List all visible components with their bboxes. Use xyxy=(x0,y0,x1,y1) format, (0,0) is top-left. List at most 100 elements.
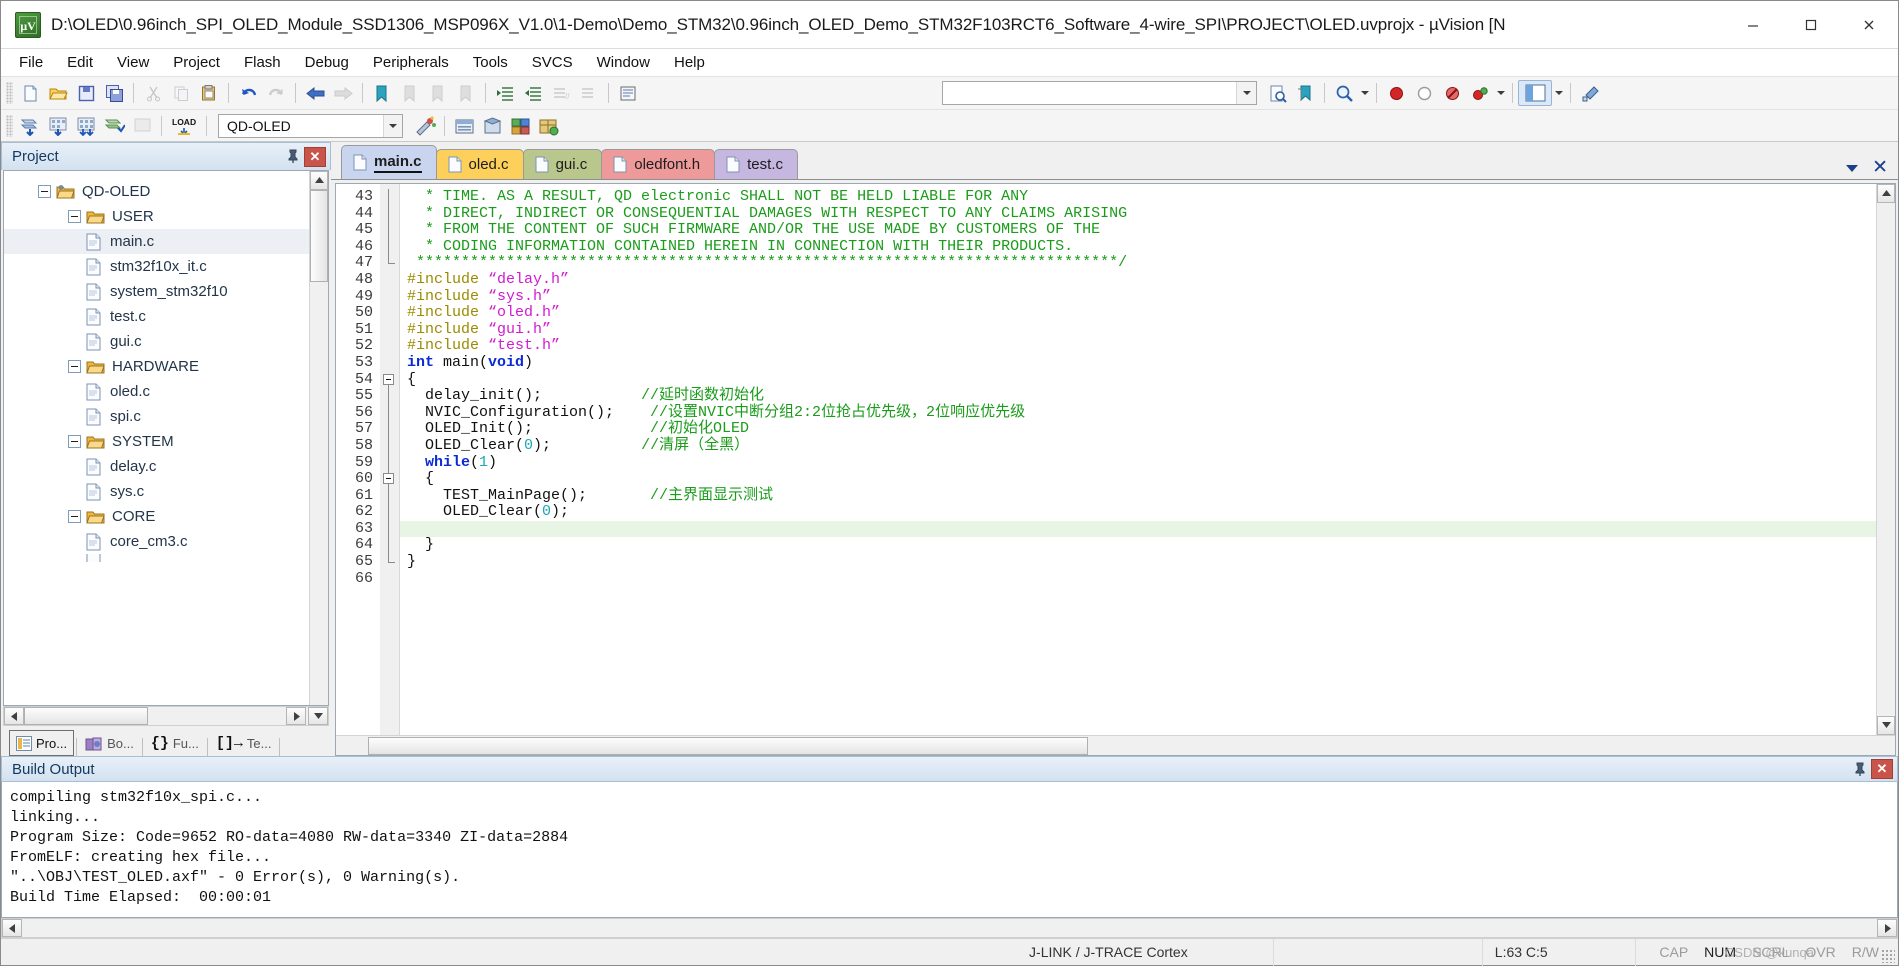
navigate-back-icon[interactable] xyxy=(301,80,329,106)
redo-icon[interactable] xyxy=(262,80,290,106)
target-selector[interactable]: QD-OLED xyxy=(218,113,403,138)
scroll-up-button[interactable] xyxy=(310,171,328,190)
editor-tab-oled-c[interactable]: oled.c xyxy=(435,149,524,179)
menu-view[interactable]: View xyxy=(105,51,161,74)
outdent-icon[interactable] xyxy=(519,80,547,106)
tree-item-file-main-c[interactable]: main.c xyxy=(4,229,309,254)
insert-breakpoint-icon[interactable] xyxy=(1382,80,1410,106)
magnifier-icon[interactable] xyxy=(1330,80,1358,106)
tab-functions[interactable]: {} Fu... xyxy=(145,730,205,756)
tab-list-dropdown-icon[interactable] xyxy=(1846,164,1859,172)
close-document-icon[interactable]: ✕ xyxy=(1872,158,1888,177)
build-output-hscrollbar[interactable] xyxy=(1,918,1898,938)
find-in-files-icon[interactable] xyxy=(1263,80,1291,106)
code-vertical-scrollbar[interactable] xyxy=(1876,184,1895,735)
editor-tab-test-c[interactable]: test.c xyxy=(714,149,798,179)
tree-item-group-hardware[interactable]: HARDWARE xyxy=(4,354,309,379)
chevron-down-icon[interactable] xyxy=(1236,82,1256,104)
tab-books[interactable]: Bo... xyxy=(79,730,140,756)
chevron-down-icon[interactable] xyxy=(383,114,402,137)
menu-edit[interactable]: Edit xyxy=(55,51,105,74)
scrollbar-track[interactable] xyxy=(310,282,328,705)
hscrollbar-thumb[interactable] xyxy=(24,707,148,725)
menu-flash[interactable]: Flash xyxy=(232,51,293,74)
menu-window[interactable]: Window xyxy=(585,51,662,74)
close-button[interactable] xyxy=(1840,1,1898,49)
window-layout-dropdown-icon[interactable] xyxy=(1552,80,1565,106)
navigate-forward-icon[interactable] xyxy=(329,80,357,106)
uncomment-icon[interactable] xyxy=(575,80,603,106)
options-for-target-icon[interactable] xyxy=(411,113,439,139)
tree-item-group-core[interactable]: CORE xyxy=(4,504,309,529)
tree-item-file-system-stm32f10x-c[interactable]: system_stm32f10 xyxy=(4,279,309,304)
menu-file[interactable]: File xyxy=(7,51,55,74)
save-icon[interactable] xyxy=(72,80,100,106)
menu-help[interactable]: Help xyxy=(662,51,717,74)
open-file-icon[interactable] xyxy=(44,80,72,106)
scroll-down-button[interactable] xyxy=(308,707,328,725)
disable-all-breakpoints-icon[interactable] xyxy=(1466,80,1494,106)
paste-icon[interactable] xyxy=(195,80,223,106)
tree-item-file-test-c[interactable]: test.c xyxy=(4,304,309,329)
translate-icon[interactable] xyxy=(16,113,44,139)
tree-item-file-spi-c[interactable]: spi.c xyxy=(4,404,309,429)
configuration-wizard-icon[interactable] xyxy=(1576,80,1604,106)
manage-runtime-environment-icon[interactable] xyxy=(506,113,534,139)
project-tree-hscrollbar[interactable] xyxy=(3,706,329,726)
build-target-icon[interactable] xyxy=(614,80,642,106)
copy-icon[interactable] xyxy=(167,80,195,106)
tree-item-group-user[interactable]: USER xyxy=(4,204,309,229)
breakpoints-dropdown-icon[interactable] xyxy=(1494,80,1507,106)
editor-tab-main-c[interactable]: main.c xyxy=(341,145,437,179)
tree-item-file-sys-c[interactable]: sys.c xyxy=(4,479,309,504)
rebuild-icon[interactable] xyxy=(72,113,100,139)
toolbar-grip[interactable] xyxy=(6,114,13,137)
build-output-text[interactable]: compiling stm32f10x_spi.c... linking... Pr… xyxy=(1,782,1898,918)
expand-toggle-icon[interactable] xyxy=(38,185,51,198)
hscrollbar-thumb[interactable] xyxy=(368,736,1088,755)
code-viewport[interactable]: 43 44 45 46 47 48 49 50 51 52 53 54 55 56 57 58 59 60 61 62… xyxy=(336,184,1876,735)
code-text[interactable]: * TIME. AS A RESULT, QD electronic SHALL… xyxy=(400,184,1876,735)
code-horizontal-scrollbar[interactable] xyxy=(336,735,1895,755)
download-icon[interactable]: LOAD xyxy=(167,113,201,139)
close-icon[interactable]: ✕ xyxy=(304,146,326,167)
tab-templates[interactable]: []→ Te... xyxy=(210,730,278,756)
comment-icon[interactable]: // xyxy=(547,80,575,106)
bookmark-toggle-icon[interactable] xyxy=(368,80,396,106)
expand-toggle-icon[interactable] xyxy=(68,210,81,223)
expand-toggle-icon[interactable] xyxy=(68,360,81,373)
tree-item-file-oled-c[interactable]: oled.c xyxy=(4,379,309,404)
menu-svcs[interactable]: SVCS xyxy=(520,51,585,74)
menu-debug[interactable]: Debug xyxy=(293,51,361,74)
pack-installer-icon[interactable] xyxy=(478,113,506,139)
pin-icon[interactable] xyxy=(282,146,304,168)
scroll-right-button[interactable] xyxy=(1877,919,1897,937)
magnifier-dropdown-icon[interactable] xyxy=(1358,80,1371,106)
cut-icon[interactable] xyxy=(139,80,167,106)
manage-project-items-icon[interactable] xyxy=(450,113,478,139)
menu-tools[interactable]: Tools xyxy=(461,51,520,74)
bookmarks-icon[interactable] xyxy=(1291,80,1319,106)
tree-item-target[interactable]: QD-OLED xyxy=(4,179,309,204)
tree-item-partial[interactable] xyxy=(4,554,309,562)
indent-icon[interactable] xyxy=(491,80,519,106)
bookmark-prev-icon[interactable] xyxy=(396,80,424,106)
expand-toggle-icon[interactable] xyxy=(68,435,81,448)
window-layout-icon[interactable] xyxy=(1518,80,1552,106)
tree-item-file-delay-c[interactable]: delay.c xyxy=(4,454,309,479)
resize-grip[interactable] xyxy=(1881,949,1895,963)
scroll-down-button[interactable] xyxy=(1877,716,1895,735)
toolbar-grip[interactable] xyxy=(6,82,13,104)
scrollbar-track[interactable] xyxy=(1877,203,1895,716)
select-software-packs-icon[interactable] xyxy=(534,113,562,139)
menu-project[interactable]: Project xyxy=(161,51,232,74)
scroll-right-button[interactable] xyxy=(286,707,306,725)
close-icon[interactable]: ✕ xyxy=(1871,759,1893,779)
editor-tab-oledfont-h[interactable]: oledfont.h xyxy=(601,149,716,179)
code-folding-column[interactable] xyxy=(380,184,400,735)
minimize-button[interactable] xyxy=(1724,1,1782,49)
tree-item-file-gui-c[interactable]: gui.c xyxy=(4,329,309,354)
menu-peripherals[interactable]: Peripherals xyxy=(361,51,461,74)
save-all-icon[interactable] xyxy=(100,80,128,106)
build-icon[interactable] xyxy=(44,113,72,139)
